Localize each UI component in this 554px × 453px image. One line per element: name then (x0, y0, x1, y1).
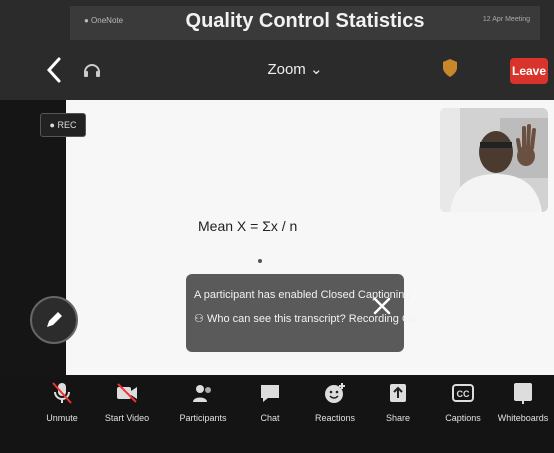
slide-title: Quality Control Statistics (185, 10, 425, 32)
toolbar-label: Reactions (314, 413, 356, 423)
audio-headset-icon[interactable] (82, 60, 102, 80)
toolbar-unmute[interactable]: Unmute (27, 381, 97, 423)
person-icon: ⚇ (194, 313, 204, 325)
toolbar-label: Share (385, 413, 411, 423)
toolbar-participants[interactable]: Participants (168, 381, 238, 423)
toolbar-whiteboards[interactable]: Whiteboards (488, 381, 554, 423)
pen-icon (47, 312, 62, 327)
formula-text: Mean X = Σx / n (198, 218, 298, 234)
toolbar-share[interactable]: Share (363, 381, 433, 423)
toolbar-start-video[interactable]: Start Video (92, 381, 162, 423)
toolbar-label: Chat (260, 413, 280, 423)
chat-icon (261, 385, 279, 402)
recording-badge: ● REC (40, 113, 86, 137)
zoom-meeting-window: ● OneNote Quality Control Statistics 12 … (0, 0, 554, 453)
closed-caption-notification: A participant has enabled Closed Caption… (186, 274, 417, 352)
captions-icon: CC (452, 384, 474, 402)
svg-text:CC: CC (457, 389, 470, 399)
reactions-icon (325, 383, 345, 403)
video-off-icon (117, 383, 137, 403)
participant-video-tile[interactable] (440, 108, 548, 212)
toolbar-chat[interactable]: Chat (235, 381, 305, 423)
toolbar-label: Whiteboards (497, 413, 549, 423)
annotate-pen-button[interactable] (30, 296, 78, 344)
whiteboard-icon (514, 383, 532, 404)
meeting-info: 12 Apr Meeting (482, 16, 530, 23)
leave-button[interactable]: Leave (510, 58, 548, 84)
security-shield-icon[interactable] (442, 58, 458, 78)
toolbar-label: Participants (179, 413, 227, 423)
close-icon[interactable] (372, 296, 392, 316)
meeting-toolbar: Unmute Start Video Participants Chat Rea… (0, 375, 554, 453)
shared-slide-title-bar: ● OneNote Quality Control Statistics 12 … (70, 6, 540, 40)
toolbar-reactions[interactable]: Reactions (300, 381, 370, 423)
toolbar-label: Start Video (104, 413, 150, 423)
back-button[interactable] (44, 56, 64, 84)
participants-icon (193, 385, 211, 402)
zoom-title-dropdown[interactable]: Zoom ⌄ (250, 60, 340, 78)
share-icon (390, 384, 406, 402)
bullet-dot (258, 259, 262, 263)
mic-off-icon (52, 382, 72, 404)
participant-video-image (440, 108, 548, 212)
chevron-left-icon (46, 57, 61, 83)
toolbar-label: Unmute (46, 413, 78, 423)
